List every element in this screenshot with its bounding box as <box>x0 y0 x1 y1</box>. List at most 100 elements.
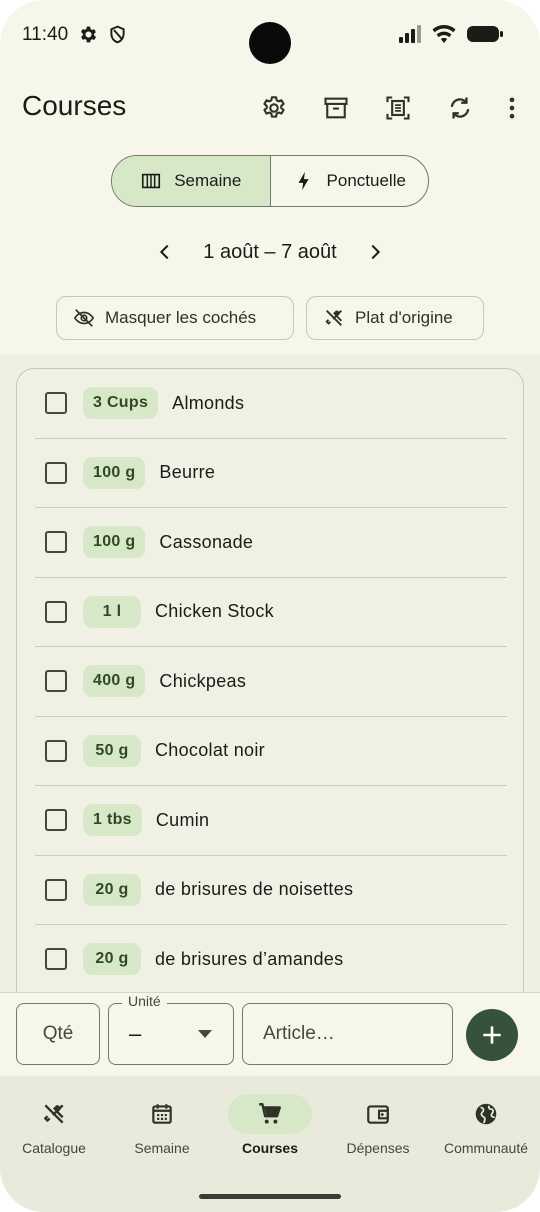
item-checkbox[interactable] <box>45 600 67 623</box>
cart-icon <box>259 1103 281 1124</box>
segment-ponctuelle[interactable]: Ponctuelle <box>271 156 429 206</box>
item-quantity-badge: 20 g <box>83 873 141 906</box>
sync-button[interactable] <box>436 78 484 138</box>
settings-button[interactable] <box>250 78 298 138</box>
article-placeholder: Article… <box>263 1023 335 1044</box>
archive-icon <box>324 97 348 119</box>
nav-courses-icon-wrap <box>228 1094 312 1134</box>
segment-ponctuelle-label: Ponctuelle <box>326 171 406 190</box>
nav-depenses-icon-wrap <box>336 1094 420 1134</box>
bolt-icon <box>298 171 309 191</box>
item-name: Cassonade <box>159 531 254 552</box>
list-item[interactable]: 1 l Chicken Stock <box>35 578 507 647</box>
item-checkbox[interactable] <box>45 392 67 415</box>
status-right-icons <box>398 24 504 44</box>
status-bar: 11:40 <box>0 0 540 72</box>
segment-semaine[interactable]: Semaine <box>112 156 271 206</box>
nav-communaute-icon-wrap <box>444 1094 528 1134</box>
origin-dish-label: Plat d'origine <box>355 308 453 327</box>
item-quantity-badge: 1 tbs <box>83 804 142 837</box>
list-item[interactable]: 100 g Beurre <box>35 439 507 508</box>
globe-icon <box>475 1103 497 1125</box>
more-vert-icon <box>509 97 515 119</box>
article-input[interactable]: Article… <box>242 1003 453 1065</box>
scan-document-button[interactable] <box>374 78 422 138</box>
home-indicator <box>199 1194 341 1199</box>
wifi-icon <box>432 25 456 43</box>
item-quantity-badge: 100 g <box>83 526 146 559</box>
origin-dish-chip[interactable]: Plat d'origine <box>306 296 484 340</box>
item-name: Chicken Stock <box>155 601 274 622</box>
fork-knife-icon <box>43 1104 64 1124</box>
more-options-button[interactable] <box>498 78 526 138</box>
item-quantity-badge: 100 g <box>83 456 146 489</box>
nav-courses[interactable]: Courses <box>216 1094 324 1156</box>
chevron-right-icon <box>371 244 380 260</box>
camera-cutout <box>249 22 291 64</box>
sync-icon <box>450 97 470 119</box>
item-checkbox[interactable] <box>45 461 67 484</box>
app-actions <box>250 78 526 138</box>
unit-label: Unité <box>122 993 167 1009</box>
item-checkbox[interactable] <box>45 739 67 762</box>
shopping-list-area: 3 Cups Almonds 100 g Beurre 100 g Cassonade 1 … <box>0 354 540 1028</box>
segment-semaine-label: Semaine <box>174 171 242 190</box>
app-bar: Courses <box>0 78 540 138</box>
list-item[interactable]: 20 g de brisures d’amandes <box>35 925 507 995</box>
status-time: 11:40 <box>22 24 69 45</box>
item-checkbox[interactable] <box>45 670 67 693</box>
next-week-button[interactable] <box>355 232 395 272</box>
gear-icon <box>80 26 97 43</box>
bottom-navigation: Catalogue Semaine Courses Dépenses Commu… <box>0 1076 540 1212</box>
list-item[interactable]: 20 g de brisures de noisettes <box>35 856 507 925</box>
list-item[interactable]: 400 g Chickpeas <box>35 647 507 717</box>
list-item[interactable]: 1 tbs Cumin <box>35 786 507 856</box>
mode-segmented-control: Semaine Ponctuelle <box>111 155 429 207</box>
item-name: de brisures de noisettes <box>155 879 354 900</box>
item-checkbox[interactable] <box>45 878 67 901</box>
unit-select[interactable]: – <box>108 1003 234 1065</box>
plus-icon <box>483 1026 501 1044</box>
add-item-bar: Qté – Unité Article… <box>0 992 540 1076</box>
nav-communaute-label: Communauté <box>443 1140 529 1156</box>
week-navigation: 1 août – 7 août <box>0 230 540 274</box>
item-checkbox[interactable] <box>45 809 67 832</box>
filter-chips: Masquer les cochés Plat d'origine <box>56 296 484 340</box>
nav-semaine-label: Semaine <box>134 1140 190 1156</box>
item-name: Beurre <box>159 462 216 483</box>
page-title: Courses <box>22 90 127 121</box>
quantity-input[interactable]: Qté <box>16 1003 100 1065</box>
nav-communaute[interactable]: Communauté <box>432 1094 540 1156</box>
item-quantity-badge: 50 g <box>83 734 141 767</box>
item-quantity-badge: 1 l <box>83 595 141 628</box>
week-range-label: 1 août – 7 août <box>203 240 337 263</box>
list-item[interactable]: 100 g Cassonade <box>35 508 507 578</box>
list-item[interactable]: 50 g Chocolat noir <box>35 717 507 786</box>
item-checkbox[interactable] <box>45 531 67 554</box>
unit-value: – <box>129 1021 142 1046</box>
shield-icon <box>110 25 125 44</box>
nav-depenses[interactable]: Dépenses <box>324 1094 432 1156</box>
item-quantity-badge: 400 g <box>83 665 146 698</box>
signal-icon <box>399 25 421 43</box>
nav-depenses-label: Dépenses <box>346 1140 410 1156</box>
previous-week-button[interactable] <box>145 232 185 272</box>
wallet-icon <box>367 1105 389 1124</box>
add-item-button[interactable] <box>466 1009 518 1061</box>
hide-checked-label: Masquer les cochés <box>105 308 257 327</box>
gear-icon <box>263 96 285 118</box>
item-checkbox[interactable] <box>45 948 67 971</box>
list-item[interactable]: 3 Cups Almonds <box>35 369 507 439</box>
nav-semaine[interactable]: Semaine <box>108 1094 216 1156</box>
battery-icon <box>467 26 503 42</box>
nav-catalogue[interactable]: Catalogue <box>0 1094 108 1156</box>
item-name: Almonds <box>172 392 245 413</box>
status-left-icons <box>78 24 128 45</box>
archive-button[interactable] <box>312 78 360 138</box>
shopping-list-card: 3 Cups Almonds 100 g Beurre 100 g Cassonade 1 … <box>16 368 524 1028</box>
hide-checked-chip[interactable]: Masquer les cochés <box>56 296 294 340</box>
quantity-placeholder: Qté <box>42 1023 74 1044</box>
visibility-off-icon <box>73 309 95 327</box>
nav-catalogue-label: Catalogue <box>22 1140 86 1156</box>
item-name: de brisures d’amandes <box>155 948 344 969</box>
